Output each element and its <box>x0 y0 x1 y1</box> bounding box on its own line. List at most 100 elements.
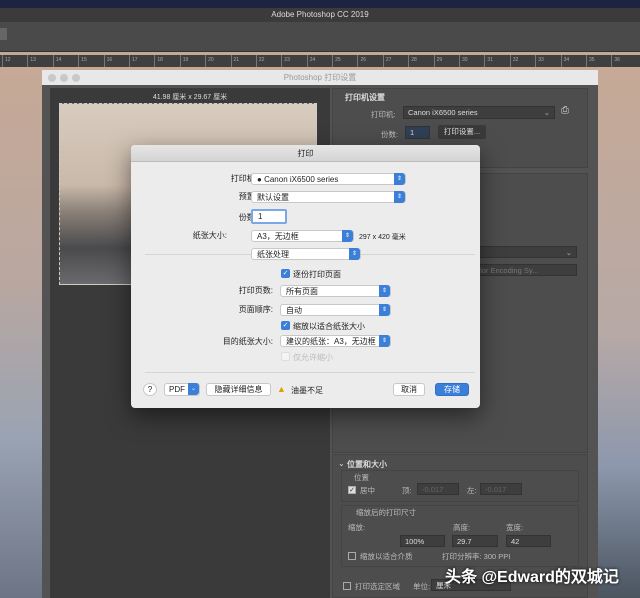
scale-fit-checkbox[interactable]: ✓ <box>281 321 290 330</box>
copies-label: 份数: <box>381 130 399 139</box>
group-heading: 位置 <box>354 473 369 482</box>
preset-label: 预置: <box>238 192 257 201</box>
printer-value: Canon iX6500 series <box>408 108 478 117</box>
left-label: 左: <box>467 486 477 495</box>
collate-checkbox[interactable]: ✓ <box>281 269 290 278</box>
ruler-tick: 12 <box>2 55 27 67</box>
ruler-tick: 17 <box>128 55 154 67</box>
ruler-tick: 19 <box>179 55 205 67</box>
save-button[interactable]: 存储 <box>435 383 469 396</box>
copies-input[interactable]: 1 <box>405 126 430 139</box>
ruler: 12 13 14 15 16 17 18 19 20 21 22 23 24 25 26 27 28 29 30 31… <box>0 55 640 67</box>
width-input[interactable]: 42 <box>506 535 551 547</box>
ruler-tick: 15 <box>78 55 103 67</box>
minimize-button[interactable] <box>60 73 68 82</box>
printer-label: 打印机: <box>371 110 396 119</box>
printer-popup[interactable]: ● Canon iX6500 series ⇕ <box>251 173 406 185</box>
ruler-tick: 18 <box>154 55 179 67</box>
updown-icon: ⇕ <box>349 248 360 260</box>
updown-icon: ⇕ <box>379 335 390 347</box>
ruler-tick: 26 <box>357 55 382 67</box>
print-selection-label: 打印选定区域 <box>355 582 400 591</box>
unit-label: 单位: <box>413 582 431 591</box>
ruler-tick: 20 <box>205 55 230 67</box>
height-label: 高度: <box>453 523 471 532</box>
help-button[interactable]: ? <box>143 383 157 396</box>
printer-status-icon: ● <box>257 175 265 184</box>
ruler-tick: 35 <box>585 55 611 67</box>
pdf-menu-button[interactable]: PDF ⌄ <box>164 383 200 396</box>
updown-icon: ⇕ <box>342 230 353 242</box>
height-input[interactable]: 29.7 <box>452 535 498 547</box>
chevron-down-icon: ⌄ <box>565 248 572 257</box>
fit-media-checkbox[interactable] <box>348 552 356 560</box>
pages-value: 所有页面 <box>286 287 318 296</box>
top-input[interactable]: -0.017 <box>417 483 459 495</box>
cancel-button[interactable]: 取消 <box>393 383 425 396</box>
dest-paper-popup[interactable]: 建议的纸张：A3，无边框 ⇕ <box>280 335 391 347</box>
updown-icon: ⇕ <box>379 285 390 297</box>
divider <box>145 372 475 373</box>
options-button[interactable] <box>0 28 7 40</box>
hide-details-button[interactable]: 隐藏详细信息 <box>206 383 271 396</box>
section-heading: 位置和大小 <box>347 460 387 469</box>
updown-icon: ⇕ <box>394 173 405 185</box>
canvas-image-right <box>598 67 640 598</box>
scaled-size-group: 缩放后的打印尺寸 缩放: 高度: 宽度: 100% 29.7 42 缩放以适合介… <box>341 505 579 567</box>
preset-popup[interactable]: 默认设置 ⇕ <box>251 191 406 203</box>
ruler-tick: 24 <box>306 55 332 67</box>
pdf-label: PDF <box>169 385 185 394</box>
order-popup[interactable]: 自动 ⇕ <box>280 304 391 316</box>
copies-label: 份数: <box>238 213 257 222</box>
zoom-button[interactable] <box>72 73 80 82</box>
collate-label: 逐份打印页面 <box>293 270 341 279</box>
ruler-tick: 33 <box>535 55 560 67</box>
top-label: 顶: <box>402 486 412 495</box>
section-value: 纸张处理 <box>257 250 289 259</box>
desktop-strip <box>0 0 640 8</box>
options-bar <box>0 22 640 52</box>
updown-icon: ⇕ <box>379 304 390 316</box>
canvas-image-left <box>0 67 42 598</box>
printer-select[interactable]: Canon iX6500 series ⌄ <box>403 106 555 119</box>
paper-size-label: 纸张大小: <box>192 231 227 240</box>
warning-icon: ▲ <box>277 384 286 394</box>
scale-fit-label: 缩放以适合纸张大小 <box>293 322 365 331</box>
chevron-down-icon[interactable]: ⌄ <box>338 459 345 468</box>
scale-down-checkbox[interactable] <box>281 352 290 361</box>
group-heading: 缩放后的打印尺寸 <box>356 508 416 517</box>
preview-dimensions: 41.98 厘米 x 29.67 厘米 <box>152 94 228 101</box>
chevron-down-icon: ⌄ <box>543 108 550 117</box>
print-selection-checkbox[interactable] <box>343 582 351 590</box>
dialog-title: 打印 <box>131 145 480 162</box>
ruler-tick: 31 <box>484 55 509 67</box>
pages-popup[interactable]: 所有页面 ⇕ <box>280 285 391 297</box>
ruler-tick: 36 <box>611 55 636 67</box>
scale-input[interactable]: 100% <box>400 535 445 547</box>
paper-dims: 297 x 420 毫米 <box>359 234 406 241</box>
updown-icon: ⇕ <box>394 191 405 203</box>
ruler-tick: 30 <box>459 55 484 67</box>
ruler-tick: 25 <box>332 55 357 67</box>
dest-paper-label: 目的纸张大小: <box>222 337 273 346</box>
center-checkbox[interactable]: ✓ <box>348 486 356 494</box>
ruler-tick: 34 <box>560 55 586 67</box>
add-printer-icon[interactable]: ⎙ <box>561 105 569 116</box>
center-label: 居中 <box>360 486 375 495</box>
paper-size-popup[interactable]: A3，无边框 ⇕ <box>251 230 354 242</box>
left-input[interactable]: -0.017 <box>480 483 522 495</box>
close-button[interactable] <box>48 73 56 82</box>
printer-value: Canon iX6500 series <box>264 175 339 184</box>
print-settings-button[interactable]: 打印设置... <box>438 125 486 139</box>
section-popup[interactable]: 纸张处理 ⇕ <box>251 248 361 260</box>
copies-input[interactable]: 1 <box>251 209 287 224</box>
ruler-tick: 22 <box>255 55 281 67</box>
ruler-tick: 29 <box>433 55 459 67</box>
printer-label: 打印机: <box>230 174 257 183</box>
section-heading: 打印机设置 <box>345 93 385 102</box>
chevron-down-icon: ⌄ <box>188 383 199 395</box>
ruler-tick: 27 <box>382 55 408 67</box>
width-label: 宽度: <box>506 523 524 532</box>
scale-down-label: 仅允许缩小 <box>293 353 333 362</box>
ruler-tick: 28 <box>408 55 433 67</box>
